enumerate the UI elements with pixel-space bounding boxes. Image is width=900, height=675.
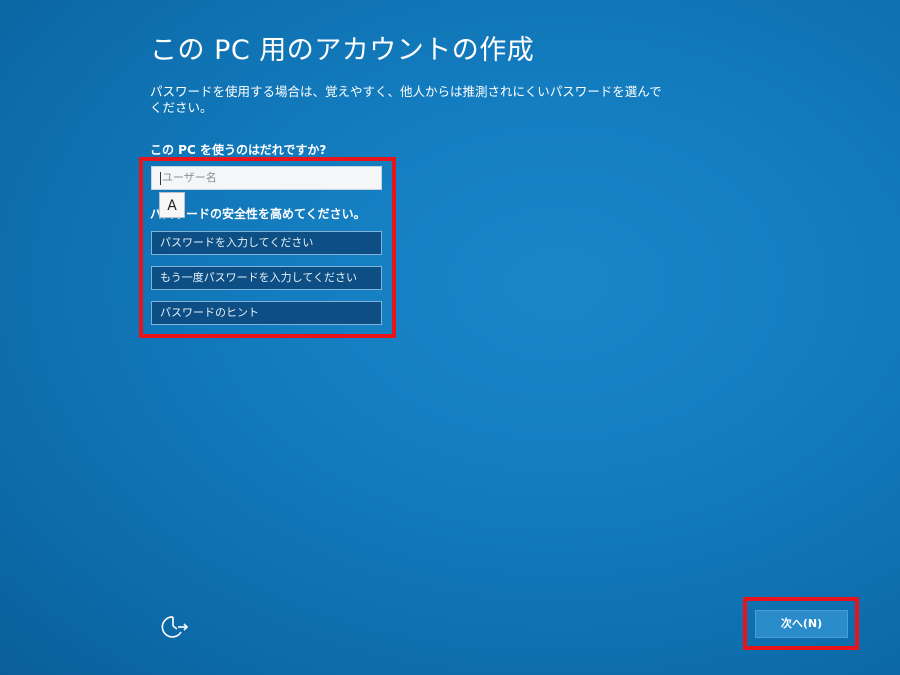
password-hint-field[interactable]: パスワードのヒント — [151, 301, 382, 325]
ease-of-access-icon-glyph — [161, 616, 189, 638]
username-question-label: この PC を使うのはだれですか? — [150, 143, 327, 157]
username-field[interactable]: ユーザー名 — [151, 166, 382, 190]
page-title: この PC 用のアカウントの作成 — [150, 35, 535, 66]
password-field[interactable]: パスワードを入力してください — [151, 231, 382, 255]
text-caret — [160, 171, 161, 185]
username-placeholder: ユーザー名 — [162, 171, 217, 184]
description-text: パスワードを使用する場合は、覚えやすく、他人からは推測されにくいパスワードを選ん… — [150, 84, 662, 115]
password-confirm-placeholder: もう一度パスワードを入力してください — [160, 271, 358, 284]
ease-of-access-icon[interactable] — [159, 613, 189, 641]
password-confirm-field[interactable]: もう一度パスワードを入力してください — [151, 266, 382, 290]
next-button[interactable]: 次へ(N) — [755, 610, 848, 638]
ime-mode-indicator: A — [159, 192, 185, 218]
password-placeholder: パスワードを入力してください — [160, 236, 314, 249]
password-hint-placeholder: パスワードのヒント — [160, 306, 259, 319]
